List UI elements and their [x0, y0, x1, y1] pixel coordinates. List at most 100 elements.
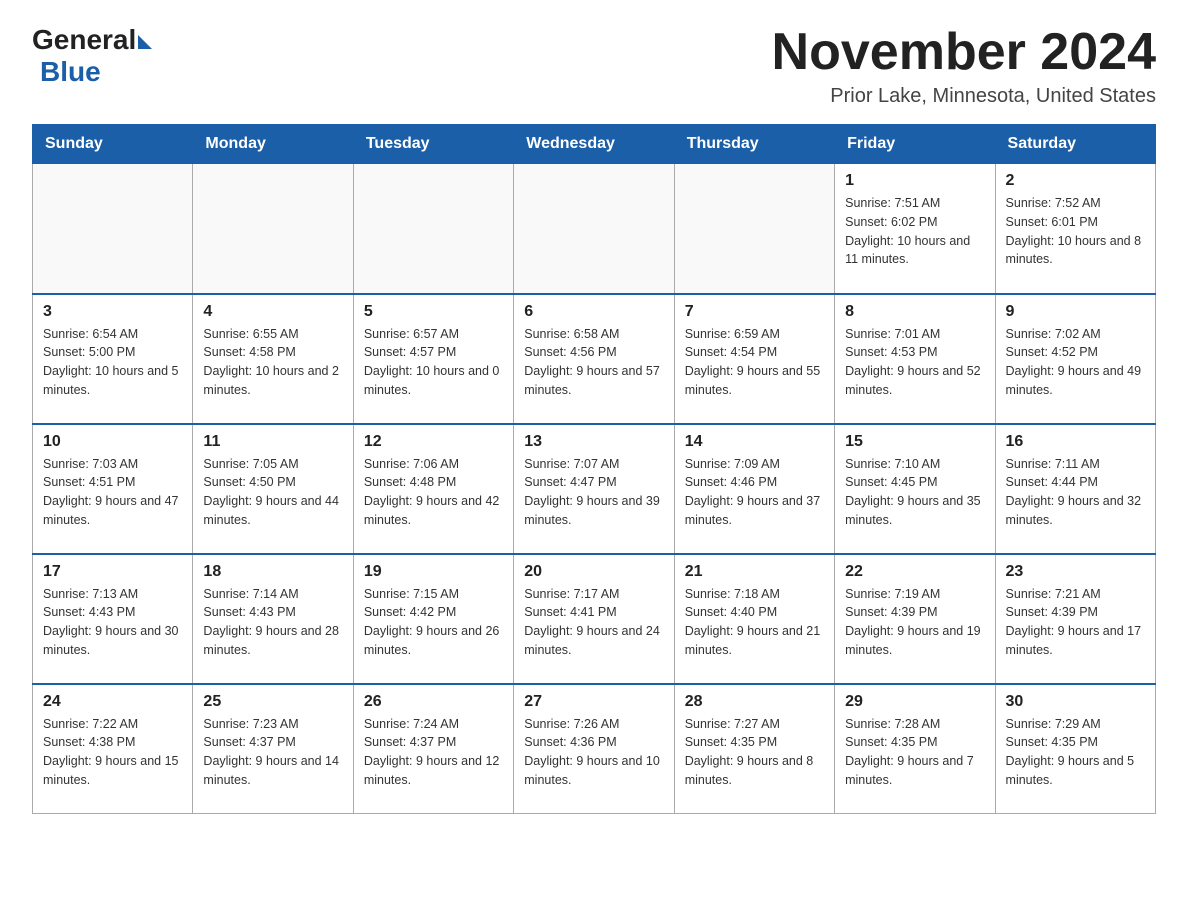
day-number: 26 [364, 693, 503, 711]
day-number: 9 [1006, 303, 1145, 321]
calendar-cell: 28Sunrise: 7:27 AMSunset: 4:35 PMDayligh… [674, 684, 834, 814]
day-number: 14 [685, 433, 824, 451]
day-info: Sunrise: 7:52 AMSunset: 6:01 PMDaylight:… [1006, 194, 1145, 269]
day-info: Sunrise: 7:11 AMSunset: 4:44 PMDaylight:… [1006, 455, 1145, 530]
day-info: Sunrise: 7:24 AMSunset: 4:37 PMDaylight:… [364, 715, 503, 790]
month-title: November 2024 [772, 24, 1156, 81]
day-info: Sunrise: 7:26 AMSunset: 4:36 PMDaylight:… [524, 715, 663, 790]
day-number: 24 [43, 693, 182, 711]
calendar-week-1: 1 Sunrise: 7:51 AMSunset: 6:02 PMDaylight… [33, 164, 1156, 294]
calendar-cell: 12Sunrise: 7:06 AMSunset: 4:48 PMDayligh… [353, 424, 513, 554]
page-header: General Blue November 2024 Prior Lake, M… [32, 24, 1156, 108]
day-number: 17 [43, 563, 182, 581]
calendar-cell [514, 164, 674, 294]
logo-general-text: General [32, 24, 136, 56]
calendar-cell: 29 Sunrise: 7:28 AMSunset: 4:35 PMDayligh… [835, 684, 995, 814]
calendar-cell: 8Sunrise: 7:01 AMSunset: 4:53 PMDaylight… [835, 294, 995, 424]
day-info: Sunrise: 7:23 AMSunset: 4:37 PMDaylight:… [203, 715, 342, 790]
day-info: Sunrise: 7:22 AMSunset: 4:38 PMDaylight:… [43, 715, 182, 790]
day-info: Sunrise: 7:19 AMSunset: 4:39 PMDaylight:… [845, 585, 984, 660]
day-number: 6 [524, 303, 663, 321]
header-wednesday: Wednesday [514, 125, 674, 164]
calendar-cell: 13 Sunrise: 7:07 AMSunset: 4:47 PMDayligh… [514, 424, 674, 554]
header-sunday: Sunday [33, 125, 193, 164]
logo-blue-text: Blue [40, 56, 101, 87]
day-number: 2 [1006, 172, 1145, 190]
day-info: Sunrise: 7:02 AMSunset: 4:52 PMDaylight:… [1006, 325, 1145, 400]
calendar-cell: 20 Sunrise: 7:17 AMSunset: 4:41 PMDayligh… [514, 554, 674, 684]
day-number: 20 [524, 563, 663, 581]
day-number: 23 [1006, 563, 1145, 581]
logo-triangle-icon [138, 35, 152, 49]
day-number: 1 [845, 172, 984, 190]
header-monday: Monday [193, 125, 353, 164]
calendar-cell: 22 Sunrise: 7:19 AMSunset: 4:39 PMDayligh… [835, 554, 995, 684]
calendar-cell: 17 Sunrise: 7:13 AMSunset: 4:43 PMDayligh… [33, 554, 193, 684]
location: Prior Lake, Minnesota, United States [772, 85, 1156, 108]
day-info: Sunrise: 7:14 AMSunset: 4:43 PMDaylight:… [203, 585, 342, 660]
calendar-table: Sunday Monday Tuesday Wednesday Thursday… [32, 124, 1156, 814]
header-tuesday: Tuesday [353, 125, 513, 164]
calendar-cell: 26 Sunrise: 7:24 AMSunset: 4:37 PMDayligh… [353, 684, 513, 814]
day-number: 7 [685, 303, 824, 321]
day-info: Sunrise: 7:18 AMSunset: 4:40 PMDaylight:… [685, 585, 824, 660]
day-info: Sunrise: 7:17 AMSunset: 4:41 PMDaylight:… [524, 585, 663, 660]
day-info: Sunrise: 7:07 AMSunset: 4:47 PMDaylight:… [524, 455, 663, 530]
calendar-cell: 25 Sunrise: 7:23 AMSunset: 4:37 PMDayligh… [193, 684, 353, 814]
day-info: Sunrise: 7:05 AMSunset: 4:50 PMDaylight:… [203, 455, 342, 530]
calendar-week-3: 10 Sunrise: 7:03 AMSunset: 4:51 PMDayligh… [33, 424, 1156, 554]
day-info: Sunrise: 6:58 AMSunset: 4:56 PMDaylight:… [524, 325, 663, 400]
calendar-cell [193, 164, 353, 294]
day-number: 29 [845, 693, 984, 711]
calendar-cell [33, 164, 193, 294]
day-info: Sunrise: 7:03 AMSunset: 4:51 PMDaylight:… [43, 455, 182, 530]
calendar-week-2: 3 Sunrise: 6:54 AMSunset: 5:00 PMDaylight… [33, 294, 1156, 424]
calendar-cell: 19Sunrise: 7:15 AMSunset: 4:42 PMDayligh… [353, 554, 513, 684]
calendar-cell: 4 Sunrise: 6:55 AMSunset: 4:58 PMDaylight… [193, 294, 353, 424]
calendar-cell: 21 Sunrise: 7:18 AMSunset: 4:40 PMDayligh… [674, 554, 834, 684]
day-info: Sunrise: 7:21 AMSunset: 4:39 PMDaylight:… [1006, 585, 1145, 660]
calendar-cell: 30 Sunrise: 7:29 AMSunset: 4:35 PMDayligh… [995, 684, 1155, 814]
header-thursday: Thursday [674, 125, 834, 164]
day-info: Sunrise: 7:28 AMSunset: 4:35 PMDaylight:… [845, 715, 984, 790]
logo: General Blue [32, 24, 152, 88]
calendar-cell: 14Sunrise: 7:09 AMSunset: 4:46 PMDayligh… [674, 424, 834, 554]
calendar-cell: 6 Sunrise: 6:58 AMSunset: 4:56 PMDaylight… [514, 294, 674, 424]
day-number: 10 [43, 433, 182, 451]
day-number: 5 [364, 303, 503, 321]
calendar-cell: 10 Sunrise: 7:03 AMSunset: 4:51 PMDayligh… [33, 424, 193, 554]
day-number: 27 [524, 693, 663, 711]
day-number: 3 [43, 303, 182, 321]
day-info: Sunrise: 7:29 AMSunset: 4:35 PMDaylight:… [1006, 715, 1145, 790]
header-friday: Friday [835, 125, 995, 164]
day-number: 13 [524, 433, 663, 451]
day-number: 22 [845, 563, 984, 581]
calendar-week-4: 17 Sunrise: 7:13 AMSunset: 4:43 PMDayligh… [33, 554, 1156, 684]
calendar-cell: 1 Sunrise: 7:51 AMSunset: 6:02 PMDaylight… [835, 164, 995, 294]
day-info: Sunrise: 6:54 AMSunset: 5:00 PMDaylight:… [43, 325, 182, 400]
title-section: November 2024 Prior Lake, Minnesota, Uni… [772, 24, 1156, 108]
calendar-cell: 15Sunrise: 7:10 AMSunset: 4:45 PMDayligh… [835, 424, 995, 554]
calendar-header-row: Sunday Monday Tuesday Wednesday Thursday… [33, 125, 1156, 164]
calendar-cell: 24 Sunrise: 7:22 AMSunset: 4:38 PMDayligh… [33, 684, 193, 814]
day-info: Sunrise: 6:59 AMSunset: 4:54 PMDaylight:… [685, 325, 824, 400]
day-number: 25 [203, 693, 342, 711]
day-info: Sunrise: 6:55 AMSunset: 4:58 PMDaylight:… [203, 325, 342, 400]
header-saturday: Saturday [995, 125, 1155, 164]
day-info: Sunrise: 7:51 AMSunset: 6:02 PMDaylight:… [845, 194, 984, 269]
calendar-cell [674, 164, 834, 294]
calendar-cell: 16 Sunrise: 7:11 AMSunset: 4:44 PMDayligh… [995, 424, 1155, 554]
day-info: Sunrise: 7:15 AMSunset: 4:42 PMDaylight:… [364, 585, 503, 660]
day-number: 12 [364, 433, 503, 451]
calendar-cell: 3 Sunrise: 6:54 AMSunset: 5:00 PMDaylight… [33, 294, 193, 424]
day-info: Sunrise: 7:13 AMSunset: 4:43 PMDaylight:… [43, 585, 182, 660]
day-number: 28 [685, 693, 824, 711]
day-number: 4 [203, 303, 342, 321]
day-number: 21 [685, 563, 824, 581]
calendar-cell: 2 Sunrise: 7:52 AMSunset: 6:01 PMDaylight… [995, 164, 1155, 294]
day-number: 11 [203, 433, 342, 451]
day-number: 16 [1006, 433, 1145, 451]
day-number: 30 [1006, 693, 1145, 711]
day-number: 15 [845, 433, 984, 451]
calendar-cell: 11 Sunrise: 7:05 AMSunset: 4:50 PMDayligh… [193, 424, 353, 554]
